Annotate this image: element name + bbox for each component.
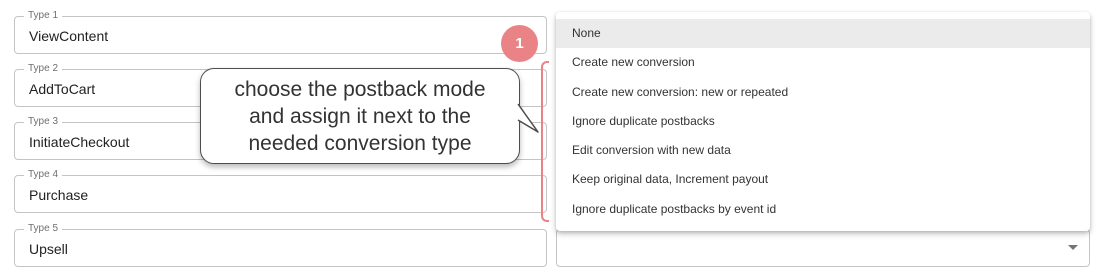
dropdown-option-ignore-duplicates-by-event-id[interactable]: Ignore duplicate postbacks by event id	[556, 195, 1090, 224]
type-4-label: Type 4	[24, 169, 63, 181]
postback-settings-panel: Type 1 ViewContent Type 2 AddToCart Type…	[0, 0, 1097, 276]
type-2-label: Type 2	[24, 63, 63, 75]
type-5-field[interactable]: Type 5 Upsell	[14, 223, 547, 267]
callout-line-1: choose the postback mode	[234, 78, 486, 101]
type-1-value: ViewContent	[29, 28, 109, 44]
highlight-bracket	[541, 61, 549, 222]
dropdown-option-none[interactable]: None	[556, 19, 1090, 49]
postback-mode-select-5[interactable]	[556, 229, 1090, 267]
postback-mode-dropdown: None Create new conversion Create new co…	[556, 12, 1090, 231]
type-4-value: Purchase	[29, 187, 89, 203]
callout-pointer-icon	[517, 103, 539, 133]
type-4-field[interactable]: Type 4 Purchase	[14, 169, 547, 213]
dropdown-option-create-new[interactable]: Create new conversion	[556, 48, 1090, 77]
dropdown-option-edit-conversion[interactable]: Edit conversion with new data	[556, 136, 1090, 165]
type-1-field[interactable]: Type 1 ViewContent	[14, 10, 547, 54]
type-3-label: Type 3	[24, 116, 63, 128]
type-3-value: InitiateCheckout	[29, 134, 130, 150]
type-1-label: Type 1	[24, 10, 63, 22]
step-number-badge: 1	[501, 25, 538, 62]
chevron-down-icon	[1068, 245, 1078, 250]
dropdown-option-keep-original-increment[interactable]: Keep original data, Increment payout	[556, 165, 1090, 194]
type-2-value: AddToCart	[29, 81, 96, 97]
type-5-label: Type 5	[24, 223, 63, 235]
callout-line-3: needed conversion type	[248, 132, 472, 155]
dropdown-option-ignore-duplicates[interactable]: Ignore duplicate postbacks	[556, 107, 1090, 136]
callout-text: choose the postback mode and assign it n…	[201, 76, 519, 157]
type-5-value: Upsell	[29, 241, 68, 257]
dropdown-option-create-new-or-repeated[interactable]: Create new conversion: new or repeated	[556, 78, 1090, 107]
callout-line-2: and assign it next to the	[249, 105, 471, 128]
instruction-callout: choose the postback mode and assign it n…	[200, 68, 520, 164]
